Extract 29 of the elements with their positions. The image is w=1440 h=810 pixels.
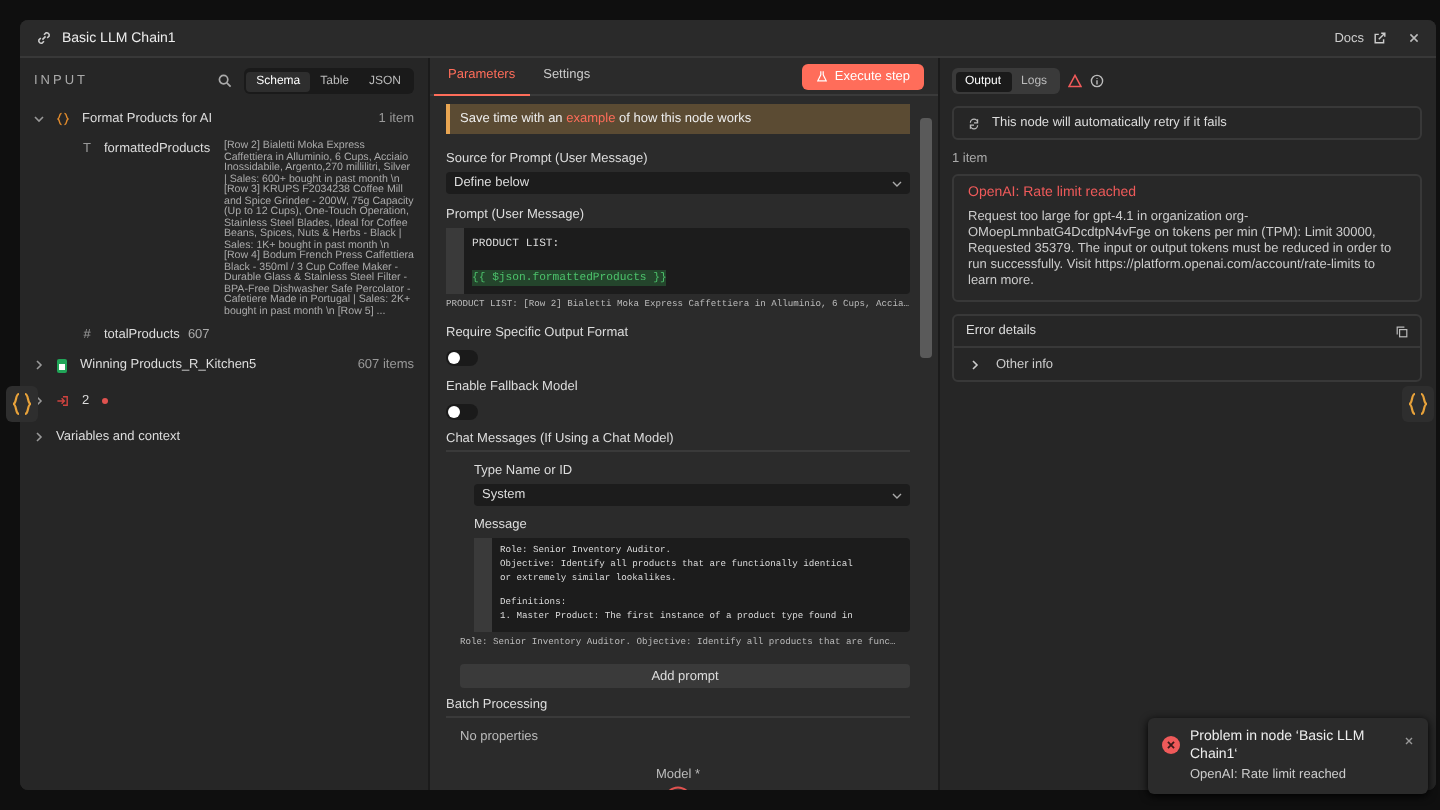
braces-icon[interactable] <box>6 386 38 422</box>
spreadsheet-icon <box>56 357 68 373</box>
chevron-icon[interactable] <box>34 396 44 406</box>
external-link-icon <box>1374 32 1386 44</box>
chevron-icon[interactable] <box>970 359 980 369</box>
caret-icon <box>892 179 902 187</box>
close-icon[interactable] <box>1408 32 1420 44</box>
caret-icon <box>892 491 902 499</box>
braces-icon <box>56 112 70 126</box>
chevron-icon[interactable] <box>34 114 44 124</box>
info-icon[interactable] <box>1090 74 1105 88</box>
scrollbar-thumb[interactable] <box>920 118 932 358</box>
toggle-switch[interactable] <box>446 404 478 420</box>
flask-icon <box>816 70 829 82</box>
search-icon[interactable] <box>217 74 232 88</box>
editor-gutter <box>474 538 492 632</box>
braces-icon[interactable] <box>1402 386 1434 422</box>
chevron-icon[interactable] <box>34 432 44 442</box>
close-icon[interactable] <box>1404 736 1414 746</box>
link-icon <box>36 30 52 46</box>
warning-icon <box>1068 74 1083 88</box>
editor-gutter <box>446 228 464 294</box>
copy-icon[interactable] <box>1396 325 1408 337</box>
message-editor[interactable] <box>474 538 910 632</box>
error-icon <box>1162 736 1180 754</box>
retry-icon <box>968 117 980 129</box>
sign-in-icon <box>56 394 70 408</box>
toggle-switch[interactable] <box>446 350 478 366</box>
chevron-icon[interactable] <box>34 360 44 370</box>
